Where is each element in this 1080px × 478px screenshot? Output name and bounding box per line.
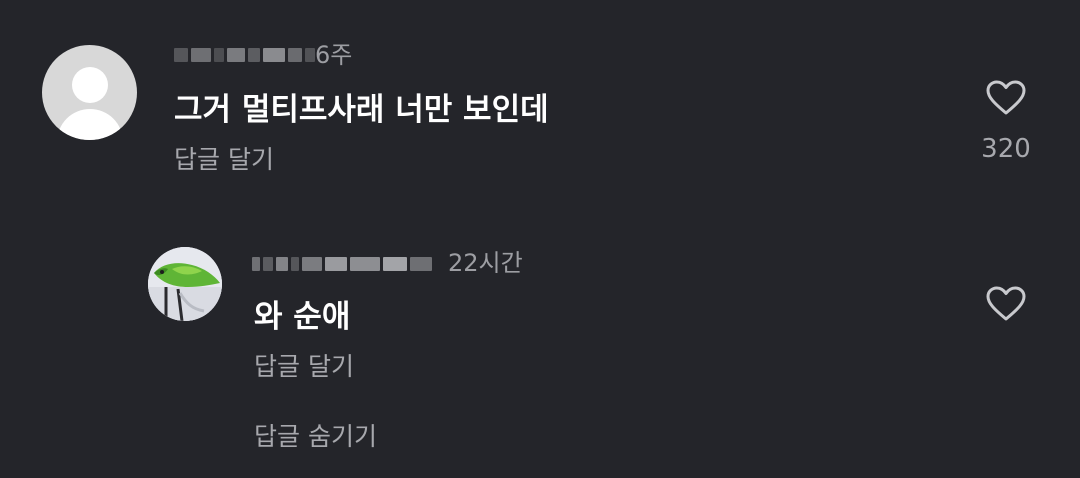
- reply-text: 와 순애: [254, 299, 351, 335]
- comment-text: 그거 멀티프사래 너만 보인데: [174, 92, 549, 128]
- like-count: 320: [981, 134, 1031, 164]
- reply-reply-button[interactable]: 답글 달기: [254, 352, 354, 382]
- reply-button[interactable]: 답글 달기: [174, 145, 274, 175]
- default-avatar-body: [56, 109, 123, 140]
- hide-replies-button[interactable]: 답글 숨기기: [254, 422, 377, 452]
- commenter-username-redacted[interactable]: [174, 42, 315, 68]
- heart-outline-icon[interactable]: [986, 286, 1026, 322]
- reply-timestamp: 22시간: [448, 249, 523, 277]
- replier-username-redacted[interactable]: [252, 251, 432, 277]
- default-avatar-head: [71, 67, 108, 103]
- replier-avatar[interactable]: [148, 247, 222, 321]
- commenter-avatar[interactable]: [42, 45, 137, 140]
- heart-outline-icon[interactable]: [986, 80, 1026, 116]
- comment-timestamp: 6주: [315, 41, 353, 69]
- parrot-avatar-image: [148, 247, 222, 321]
